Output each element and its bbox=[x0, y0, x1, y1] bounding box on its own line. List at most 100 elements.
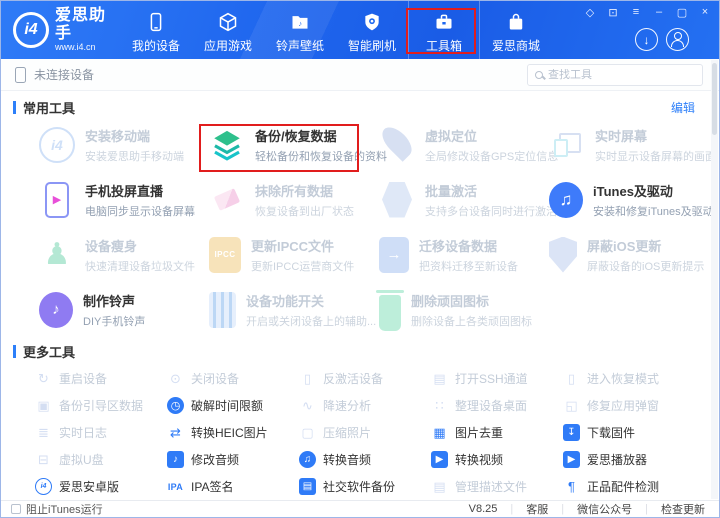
mtool-compress-photos[interactable]: ▢压缩照片 bbox=[289, 419, 421, 446]
mtool-download-firmware[interactable]: ↧下载固件 bbox=[553, 419, 685, 446]
nav-my-device[interactable]: 我的设备 bbox=[120, 1, 192, 59]
tool-title: 安装移动端 bbox=[85, 126, 184, 145]
mtool-throttle-analysis[interactable]: ∿降速分析 bbox=[289, 392, 421, 419]
cube-icon bbox=[218, 10, 238, 34]
tool-erase-all-data[interactable]: 抹除所有数据恢复设备到出厂状态 bbox=[183, 172, 353, 227]
nav-label: 铃声壁纸 bbox=[276, 37, 324, 54]
window-controls: ◇ ⊡ ≡ – ▢ × bbox=[584, 6, 711, 19]
nav-smart-flash[interactable]: 智能刷机 bbox=[336, 1, 408, 59]
block-update-shield-icon bbox=[549, 237, 577, 273]
mtool-i4-player[interactable]: ▶爱思播放器 bbox=[553, 446, 685, 473]
audio-convert-icon: ♫ bbox=[299, 451, 316, 468]
tool-subtitle: 屏蔽设备的iOS更新提示 bbox=[587, 258, 704, 274]
scrollbar[interactable] bbox=[711, 60, 718, 499]
nav-label: 智能刷机 bbox=[348, 37, 396, 54]
tool-device-slim[interactable]: ♟ 设备瘦身快速清理设备垃圾文件 bbox=[13, 227, 183, 282]
nav-store[interactable]: 爱思商城 bbox=[480, 1, 552, 59]
tool-subtitle: 安装爱思助手移动端 bbox=[85, 148, 184, 164]
tool-install-mobile[interactable]: i4 安装移动端安装爱思助手移动端 bbox=[13, 117, 183, 172]
mtool-accessory-check[interactable]: ¶正品配件检测 bbox=[553, 473, 685, 500]
edit-link[interactable]: 编辑 bbox=[671, 99, 695, 116]
mtool-social-backup[interactable]: ▤社交软件备份 bbox=[289, 473, 421, 500]
mtool-live-log[interactable]: ≣实时日志 bbox=[25, 419, 157, 446]
mtool-ipa-sign[interactable]: IPAIPA签名 bbox=[157, 473, 289, 500]
menu-icon[interactable]: ≡ bbox=[630, 6, 642, 19]
wechat-link[interactable]: 微信公众号 bbox=[577, 501, 632, 517]
check-update-link[interactable]: 检查更新 bbox=[661, 501, 705, 517]
version-label: V8.25 bbox=[469, 503, 498, 515]
tool-title: 制作铃声 bbox=[83, 291, 145, 310]
tool-batch-activate[interactable]: 批量激活支持多台设备同时进行激活 bbox=[353, 172, 523, 227]
mtool-restart-device[interactable]: ↻重启设备 bbox=[25, 365, 157, 392]
mtool-i4-android[interactable]: i4 爱思安卓版 bbox=[25, 473, 157, 500]
status-bar: 阻止iTunes运行 V8.25 | 客服 | 微信公众号 | 检查更新 bbox=[1, 500, 719, 517]
mtool-label: 破解时间限额 bbox=[191, 397, 263, 414]
tool-device-switches[interactable]: 设备功能开关开启或关闭设备上的辅助... bbox=[183, 282, 353, 337]
search-input[interactable] bbox=[548, 69, 695, 81]
mtool-manage-profiles[interactable]: ▤管理描述文件 bbox=[421, 473, 553, 500]
nav-ringtones-wallpapers[interactable]: ♪ 铃声壁纸 bbox=[264, 1, 336, 59]
ringtone-note-icon: ♪ bbox=[39, 292, 73, 328]
nav-label: 爱思商城 bbox=[492, 37, 540, 54]
audio-doc-icon: ♪ bbox=[167, 451, 184, 468]
app-title: 爱思助手 bbox=[55, 7, 120, 42]
mtool-fix-app-popup[interactable]: ◱修复应用弹窗 bbox=[553, 392, 685, 419]
tool-update-ipcc[interactable]: IPCC 更新IPCC文件更新IPCC运营商文件 bbox=[183, 227, 353, 282]
mtool-label: 反激活设备 bbox=[323, 370, 383, 387]
tool-block-ios-update[interactable]: 屏蔽iOS更新屏蔽设备的iOS更新提示 bbox=[523, 227, 693, 282]
tool-backup-restore[interactable]: 备份/恢复数据轻松备份和恢复设备的资料 bbox=[183, 117, 353, 172]
nav-apps-games[interactable]: 应用游戏 bbox=[192, 1, 264, 59]
tool-title: iTunes及驱动 bbox=[593, 181, 714, 200]
mtool-label: 爱思播放器 bbox=[587, 451, 647, 468]
mtool-convert-video[interactable]: ▶转换视频 bbox=[421, 446, 553, 473]
mtool-edit-audio[interactable]: ♪修改音频 bbox=[157, 446, 289, 473]
tool-migrate-data[interactable]: → 迁移设备数据把资料迁移至新设备 bbox=[353, 227, 523, 282]
tool-title: 抹除所有数据 bbox=[255, 181, 354, 200]
tool-live-screen[interactable]: 实时屏幕实时显示设备屏幕的画面 bbox=[523, 117, 693, 172]
nav-label: 应用游戏 bbox=[204, 37, 252, 54]
mtool-crack-screen-time[interactable]: ◷破解时间限额 bbox=[157, 392, 289, 419]
mtool-virtual-usb[interactable]: ⊟虚拟U盘 bbox=[25, 446, 157, 473]
shopping-bag-icon bbox=[506, 10, 526, 34]
tool-make-ringtone[interactable]: ♪ 制作铃声DIY手机铃声 bbox=[13, 282, 183, 337]
mtool-convert-heic[interactable]: ⇄转换HEIC图片 bbox=[157, 419, 289, 446]
tool-virtual-location[interactable]: 虚拟定位全局修改设备GPS定位信息 bbox=[353, 117, 523, 172]
phone-icon: ▯ bbox=[563, 370, 580, 387]
ipcc-folder-icon: IPCC bbox=[209, 237, 241, 273]
user-account-icon[interactable] bbox=[666, 28, 689, 51]
scrollbar-thumb[interactable] bbox=[712, 63, 717, 135]
close-icon[interactable]: × bbox=[699, 6, 711, 19]
mtool-backup-boot-data[interactable]: ▣备份引导区数据 bbox=[25, 392, 157, 419]
tool-search[interactable] bbox=[527, 64, 703, 86]
mtool-recovery-mode[interactable]: ▯进入恢复模式 bbox=[553, 365, 685, 392]
mtool-organize-homescreen[interactable]: ∷整理设备桌面 bbox=[421, 392, 553, 419]
tool-screen-mirroring[interactable]: ▶ 手机投屏直播电脑同步显示设备屏幕 bbox=[13, 172, 183, 227]
gift-icon[interactable]: ⊡ bbox=[607, 6, 619, 19]
support-link[interactable]: 客服 bbox=[526, 501, 548, 517]
phone-icon bbox=[146, 10, 166, 34]
analytics-icon: ∿ bbox=[299, 397, 316, 414]
photo-icon: ▢ bbox=[299, 424, 316, 441]
dedupe-icon: ▦ bbox=[431, 424, 448, 441]
theme-icon[interactable]: ◇ bbox=[584, 6, 596, 19]
minimize-icon[interactable]: – bbox=[653, 6, 665, 19]
block-itunes-checkbox[interactable] bbox=[11, 504, 21, 514]
mtool-label: 实时日志 bbox=[59, 424, 107, 441]
mtool-open-ssh[interactable]: ▤打开SSH通道 bbox=[421, 365, 553, 392]
mtool-label: 爱思安卓版 bbox=[59, 478, 119, 495]
mtool-dedupe-images[interactable]: ▦图片去重 bbox=[421, 419, 553, 446]
mtool-label: 修复应用弹窗 bbox=[587, 397, 659, 414]
mtool-shutdown-device[interactable]: ⊙关闭设备 bbox=[157, 365, 289, 392]
terminal-icon: ▤ bbox=[431, 370, 448, 387]
mtool-label: 备份引导区数据 bbox=[59, 397, 143, 414]
mtool-deactivate-device[interactable]: ▯反激活设备 bbox=[289, 365, 421, 392]
tool-remove-stuck-icons[interactable]: 删除顽固图标删除设备上各类顽固图标 bbox=[353, 282, 523, 337]
tool-itunes-driver[interactable]: ♫ iTunes及驱动安装和修复iTunes及驱动 bbox=[523, 172, 693, 227]
maximize-icon[interactable]: ▢ bbox=[676, 6, 688, 19]
app-logo[interactable]: i4 爱思助手 www.i4.cn bbox=[1, 1, 120, 59]
i4-android-icon: i4 bbox=[35, 478, 52, 495]
screens-icon bbox=[549, 127, 585, 163]
mtool-convert-audio[interactable]: ♫转换音频 bbox=[289, 446, 421, 473]
nav-toolbox[interactable]: 工具箱 bbox=[408, 1, 480, 59]
download-icon[interactable]: ↓ bbox=[635, 28, 658, 51]
